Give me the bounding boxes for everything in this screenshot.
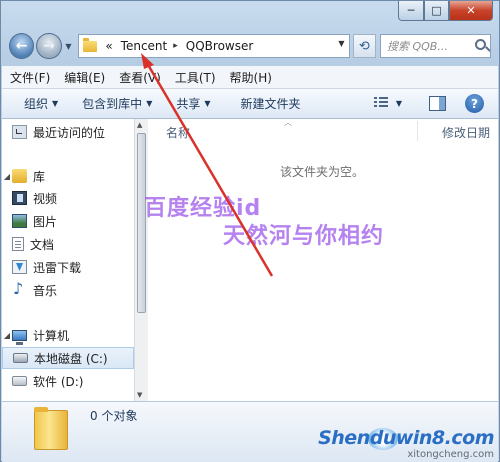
menu-help[interactable]: 帮助(H): [230, 69, 272, 86]
chevron-down-icon: ▼: [146, 99, 153, 108]
details-pane: 0 个对象 Shenduwin8.com xitongcheng.com: [2, 401, 498, 462]
computer-icon: [12, 329, 27, 345]
drive-icon: [13, 353, 28, 363]
explorer-window: ─ □ ✕ ← → ▼ « Tencent ▸ QQBrowser ▼ ⟲ 搜索…: [0, 0, 500, 462]
nav-item-label: 迅雷下载: [33, 260, 82, 275]
back-button[interactable]: ←: [9, 33, 35, 59]
nav-item-pictures[interactable]: 图片: [2, 210, 134, 232]
recent-pages-dropdown[interactable]: ▼: [63, 42, 75, 51]
chevron-down-icon: ▼: [52, 99, 59, 108]
refresh-icon: ⟲: [358, 38, 370, 54]
folder-icon: [83, 37, 98, 52]
close-button[interactable]: ✕: [449, 1, 493, 21]
nav-item-label: 图片: [33, 214, 58, 229]
menu-edit[interactable]: 编辑(E): [64, 69, 105, 86]
library-icon: [12, 169, 27, 183]
item-count: 0 个对象: [90, 409, 138, 423]
forward-button[interactable]: →: [36, 33, 62, 59]
include-in-library-label: 包含到库中: [82, 97, 143, 111]
menu-file[interactable]: 文件(F): [10, 69, 50, 86]
sort-up-icon: ︿: [284, 118, 292, 127]
chevron-down-icon: ▼: [204, 99, 211, 108]
drive-icon: [12, 376, 27, 386]
nav-item-computer[interactable]: ◢ 计算机: [2, 324, 134, 346]
chevron-down-icon[interactable]: ▼: [338, 39, 344, 48]
column-header-name[interactable]: 名称: [166, 124, 190, 141]
nav-item-xunlei[interactable]: 迅雷下载: [2, 256, 134, 278]
video-icon: [12, 191, 27, 205]
include-in-library-button[interactable]: 包含到库中 ▼: [82, 95, 152, 112]
recent-places-icon: [12, 125, 27, 139]
breadcrumb-overflow[interactable]: «: [105, 39, 112, 53]
download-icon: [12, 260, 27, 274]
navigation-pane: 最近访问的位 ◢ 库 视频 图片 文档 迅雷下载 音乐 ◢ 计算机: [2, 119, 134, 401]
maximize-button[interactable]: □: [424, 1, 449, 21]
folder-icon: [34, 407, 68, 450]
scroll-down-icon[interactable]: ▼: [137, 391, 142, 399]
nav-item-label: 文档: [30, 237, 55, 252]
menu-tools[interactable]: 工具(T): [175, 69, 216, 86]
command-bar: 组织 ▼ 包含到库中 ▼ 共享 ▼ 新建文件夹 ▼ ?: [2, 89, 498, 119]
menu-bar: 文件(F) 编辑(E) 查看(V) 工具(T) 帮助(H): [2, 66, 498, 89]
site-watermark-main: Shenduwin8.com: [318, 427, 494, 449]
search-icon[interactable]: [475, 39, 486, 50]
chevron-down-icon: ▼: [395, 98, 402, 108]
menu-view[interactable]: 查看(V): [119, 69, 161, 86]
expand-arrow-icon[interactable]: ◢: [2, 172, 12, 181]
navigation-scrollbar[interactable]: ▲ ▼: [134, 119, 148, 401]
file-list[interactable]: ︿ 名称 修改日期 该文件夹为空。: [148, 118, 498, 401]
share-label: 共享: [176, 97, 201, 111]
preview-pane-icon[interactable]: [429, 96, 446, 111]
caption-buttons: ─ □ ✕: [398, 1, 493, 21]
pictures-icon: [12, 214, 27, 228]
nav-item-local-disk[interactable]: 本地磁盘 (C:): [2, 347, 134, 369]
new-folder-label: 新建文件夹: [240, 97, 301, 111]
search-input[interactable]: 搜索 QQB...: [379, 34, 491, 58]
scroll-up-icon[interactable]: ▲: [137, 121, 142, 129]
address-bar[interactable]: « Tencent ▸ QQBrowser ▼: [78, 34, 350, 58]
nav-item-documents[interactable]: 文档: [2, 233, 134, 255]
organize-label: 组织: [24, 97, 49, 111]
watermark-line-2: 天然河与你相约: [223, 224, 385, 249]
nav-item-video[interactable]: 视频: [2, 187, 134, 209]
new-folder-button[interactable]: 新建文件夹: [241, 95, 301, 112]
view-details-icon: [373, 97, 388, 109]
search-placeholder: 搜索 QQB...: [386, 40, 448, 53]
address-row: ← → ▼ « Tencent ▸ QQBrowser ▼ ⟲ 搜索 QQB..…: [9, 31, 491, 61]
nav-item-library[interactable]: ◢ 库: [2, 165, 134, 187]
organize-button[interactable]: 组织 ▼: [24, 95, 58, 112]
nav-item-recent[interactable]: 最近访问的位: [2, 121, 134, 143]
site-watermark-sub: xitongcheng.com: [407, 449, 494, 460]
column-divider[interactable]: [417, 121, 418, 141]
nav-item-label: 库: [33, 169, 46, 184]
nav-item-label: 视频: [33, 191, 58, 206]
nav-item-label: 软件 (D:): [33, 374, 84, 389]
column-header-row: ︿ 名称 修改日期: [148, 118, 498, 143]
site-watermark: Shenduwin8.com xitongcheng.com: [318, 427, 494, 460]
music-icon: [12, 279, 27, 298]
breadcrumb-separator-icon[interactable]: ▸: [173, 41, 178, 51]
nav-item-label: 本地磁盘 (C:): [34, 351, 108, 366]
nav-item-label: 音乐: [33, 283, 58, 298]
breadcrumb-tencent[interactable]: Tencent: [121, 39, 168, 53]
share-button[interactable]: 共享 ▼: [176, 95, 210, 112]
nav-item-software-disk[interactable]: 软件 (D:): [2, 370, 134, 392]
minimize-button[interactable]: ─: [398, 1, 424, 21]
document-icon: [12, 237, 24, 251]
change-view-button[interactable]: ▼: [373, 97, 402, 109]
breadcrumb-qqbrowser[interactable]: QQBrowser: [186, 39, 254, 53]
help-icon[interactable]: ?: [465, 94, 484, 113]
scrollbar-thumb[interactable]: [137, 133, 146, 313]
nav-item-music[interactable]: 音乐: [2, 279, 134, 301]
empty-folder-message: 该文件夹为空。: [280, 165, 365, 179]
nav-item-label: 最近访问的位: [33, 125, 106, 140]
column-header-date[interactable]: 修改日期: [442, 124, 490, 141]
refresh-button[interactable]: ⟲: [352, 34, 376, 58]
nav-item-label: 计算机: [33, 328, 70, 343]
expand-arrow-icon[interactable]: ◢: [2, 331, 12, 340]
